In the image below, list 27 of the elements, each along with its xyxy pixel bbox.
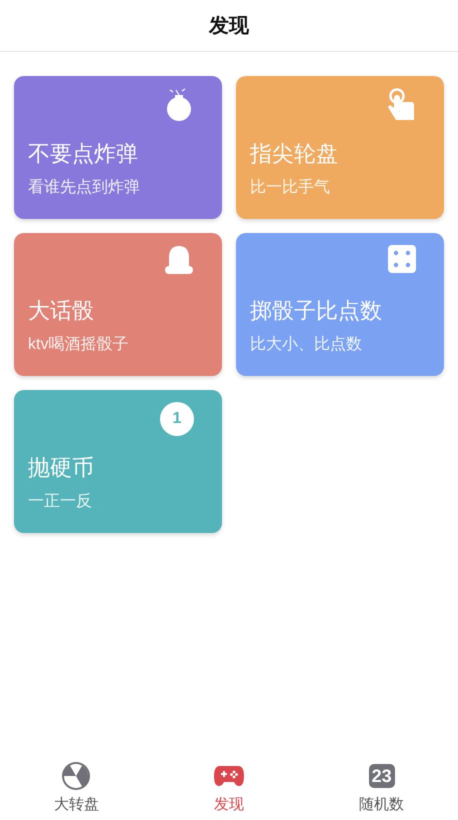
- card-title: 不要点炸弹: [28, 140, 139, 168]
- game-card[interactable]: 指尖轮盘 比一比手气: [236, 76, 444, 219]
- card-title: 大话骰: [28, 297, 95, 325]
- game-card[interactable]: 1 抛硬币 一正一反: [14, 390, 222, 533]
- game-card[interactable]: 掷骰子比点数 比大小、比点数: [236, 233, 444, 376]
- card-subtitle: ktv喝酒摇骰子: [28, 335, 130, 355]
- tab-button[interactable]: 发现: [152, 762, 306, 816]
- gamepad-icon: [214, 764, 244, 788]
- card-title: 掷骰子比点数: [250, 297, 383, 325]
- bomb-icon: [164, 88, 194, 122]
- card-subtitle: 比大小、比点数: [250, 335, 363, 355]
- coin-icon: 1: [160, 402, 194, 436]
- card-subtitle: 一正一反: [28, 492, 93, 512]
- card-subtitle: 看谁先点到炸弹: [28, 178, 141, 198]
- dice-cup-icon: [164, 245, 194, 275]
- page-title: 发现: [209, 14, 249, 38]
- game-card[interactable]: 大话骰 ktv喝酒摇骰子: [14, 233, 222, 376]
- card-title: 指尖轮盘: [250, 140, 339, 168]
- dice-icon: [388, 245, 416, 273]
- game-card[interactable]: 不要点炸弹 看谁先点到炸弹: [14, 76, 222, 219]
- number-icon: 23: [368, 764, 395, 788]
- tab-button[interactable]: 23 随机数: [305, 762, 458, 816]
- pointing-hand-icon: [388, 88, 416, 122]
- tab-button[interactable]: 大转盘: [0, 762, 153, 816]
- wheel-icon: [62, 762, 90, 790]
- card-title: 抛硬币: [28, 454, 95, 482]
- card-subtitle: 比一比手气: [250, 178, 331, 198]
